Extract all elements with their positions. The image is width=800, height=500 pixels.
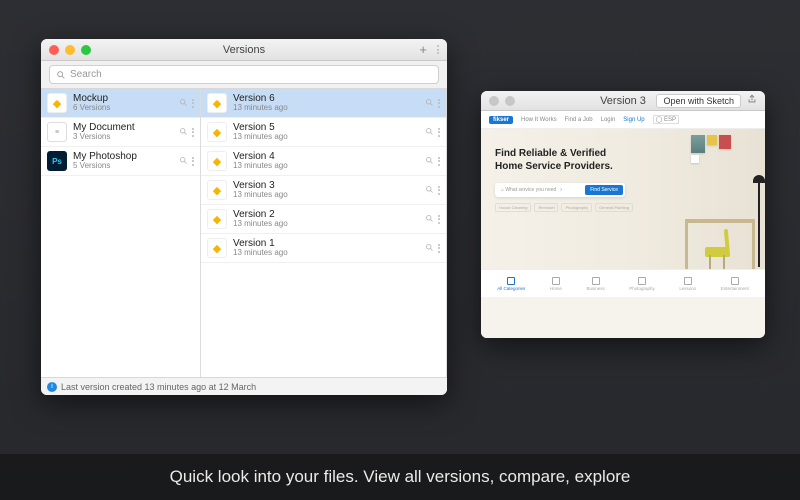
version-sub: 13 minutes ago xyxy=(233,162,419,171)
window-title: Versions xyxy=(41,44,447,56)
category-item: Lessons xyxy=(679,277,696,291)
version-sub: 13 minutes ago xyxy=(233,249,419,258)
search-input[interactable]: Search xyxy=(49,65,439,84)
preview-icon[interactable] xyxy=(425,181,434,199)
hero-tag: House Cleaning xyxy=(495,203,531,212)
category-item: Entertainment xyxy=(721,277,749,291)
versions-column: ◆Version 613 minutes ago◆Version 513 min… xyxy=(201,89,447,377)
hero-tag: Remodel xyxy=(534,203,558,212)
category-item: Business xyxy=(586,277,604,291)
preview-icon[interactable] xyxy=(179,152,188,170)
more-icon[interactable] xyxy=(438,157,440,166)
status-text: Last version created 13 minutes ago at 1… xyxy=(61,382,256,392)
preview-window: Version 3 Open with Sketch fikser How It… xyxy=(481,91,765,338)
version-row[interactable]: ◆Version 113 minutes ago xyxy=(201,234,446,263)
promo-caption: Quick look into your files. View all ver… xyxy=(0,454,800,500)
version-sub: 13 minutes ago xyxy=(233,220,419,229)
file-sub: 6 Versions xyxy=(73,104,173,113)
preview-icon[interactable] xyxy=(179,94,188,112)
titlebar: Version 3 Open with Sketch xyxy=(481,91,765,111)
status-bar: i Last version created 13 minutes ago at… xyxy=(41,377,447,395)
hero-heading: Find Reliable & Verified Home Service Pr… xyxy=(495,147,615,173)
versions-window: Versions + Search ◆Mockup6 Versions≡My D… xyxy=(41,39,447,395)
file-sub: 3 Versions xyxy=(73,133,173,142)
category-item: Photography xyxy=(629,277,655,291)
more-icon[interactable] xyxy=(438,215,440,224)
toolbar: Search xyxy=(41,61,447,89)
nav-item: Find a Job xyxy=(565,117,593,123)
categories-row: All Categories Home Business Photography Les… xyxy=(481,269,765,297)
file-sub: 5 Versions xyxy=(73,162,173,171)
columns: ◆Mockup6 Versions≡My Document3 VersionsP… xyxy=(41,89,447,377)
version-row[interactable]: ◆Version 513 minutes ago xyxy=(201,118,446,147)
preview-icon[interactable] xyxy=(425,239,434,257)
hero-tag: Photography xyxy=(561,203,592,212)
version-row[interactable]: ◆Version 613 minutes ago xyxy=(201,89,446,118)
category-icon xyxy=(552,277,560,285)
more-icon[interactable] xyxy=(192,128,194,137)
preview-icon[interactable] xyxy=(425,152,434,170)
more-icon[interactable] xyxy=(192,99,194,108)
file-row[interactable]: ◆Mockup6 Versions xyxy=(41,89,200,118)
category-icon xyxy=(731,277,739,285)
more-icon[interactable] xyxy=(438,186,440,195)
version-sub: 13 minutes ago xyxy=(233,191,419,200)
floor-lamp-illustration xyxy=(757,179,761,269)
search-placeholder: Search xyxy=(70,69,102,80)
preview-content: fikser How It Works Find a Job Login Sig… xyxy=(481,111,765,338)
file-row[interactable]: ≡My Document3 Versions xyxy=(41,118,200,147)
info-icon: i xyxy=(47,382,57,392)
more-icon[interactable] xyxy=(438,244,440,253)
hero-tag: General Painting xyxy=(595,203,633,212)
files-column: ◆Mockup6 Versions≡My Document3 VersionsP… xyxy=(41,89,201,377)
category-icon xyxy=(592,277,600,285)
preview-icon[interactable] xyxy=(179,123,188,141)
titlebar: Versions + xyxy=(41,39,447,61)
file-row[interactable]: PsMy Photoshop5 Versions xyxy=(41,147,200,176)
wall-photos xyxy=(691,135,735,163)
lang-badge: ◯ ESP xyxy=(653,115,679,124)
more-icon[interactable] xyxy=(438,128,440,137)
hero-search-placeholder: What service you need xyxy=(505,187,556,193)
open-with-button[interactable]: Open with Sketch xyxy=(656,94,741,108)
category-item: Home xyxy=(550,277,562,291)
nav-item: Login xyxy=(601,117,616,123)
site-logo: fikser xyxy=(489,116,513,124)
add-button[interactable]: + xyxy=(419,42,427,57)
hero-tags: House CleaningRemodelPhotographyGeneral … xyxy=(495,203,755,212)
category-icon xyxy=(638,277,646,285)
search-icon xyxy=(56,70,66,80)
preview-icon[interactable] xyxy=(425,210,434,228)
nav-item: How It Works xyxy=(521,117,557,123)
hero-search: ⌂ What service you need › Find Service xyxy=(495,183,625,197)
signup-link: Sign Up xyxy=(623,117,644,123)
more-icon[interactable] xyxy=(192,157,194,166)
hero-section: Find Reliable & Verified Home Service Pr… xyxy=(481,129,765,269)
version-row[interactable]: ◆Version 413 minutes ago xyxy=(201,147,446,176)
version-sub: 13 minutes ago xyxy=(233,133,419,142)
preview-icon[interactable] xyxy=(425,123,434,141)
version-sub: 13 minutes ago xyxy=(233,104,419,113)
more-icon[interactable] xyxy=(438,99,440,108)
menu-button[interactable] xyxy=(437,45,439,54)
version-row[interactable]: ◆Version 313 minutes ago xyxy=(201,176,446,205)
find-service-button: Find Service xyxy=(585,185,623,195)
share-icon[interactable] xyxy=(747,94,757,107)
dropdown-icon: › xyxy=(560,187,562,193)
category-item: All Categories xyxy=(497,277,525,291)
category-icon xyxy=(507,277,515,285)
version-row[interactable]: ◆Version 213 minutes ago xyxy=(201,205,446,234)
preview-icon[interactable] xyxy=(425,94,434,112)
site-nav: fikser How It Works Find a Job Login Sig… xyxy=(481,111,765,129)
category-icon xyxy=(684,277,692,285)
chair-illustration xyxy=(703,229,733,269)
location-icon: ⌂ xyxy=(501,187,504,193)
